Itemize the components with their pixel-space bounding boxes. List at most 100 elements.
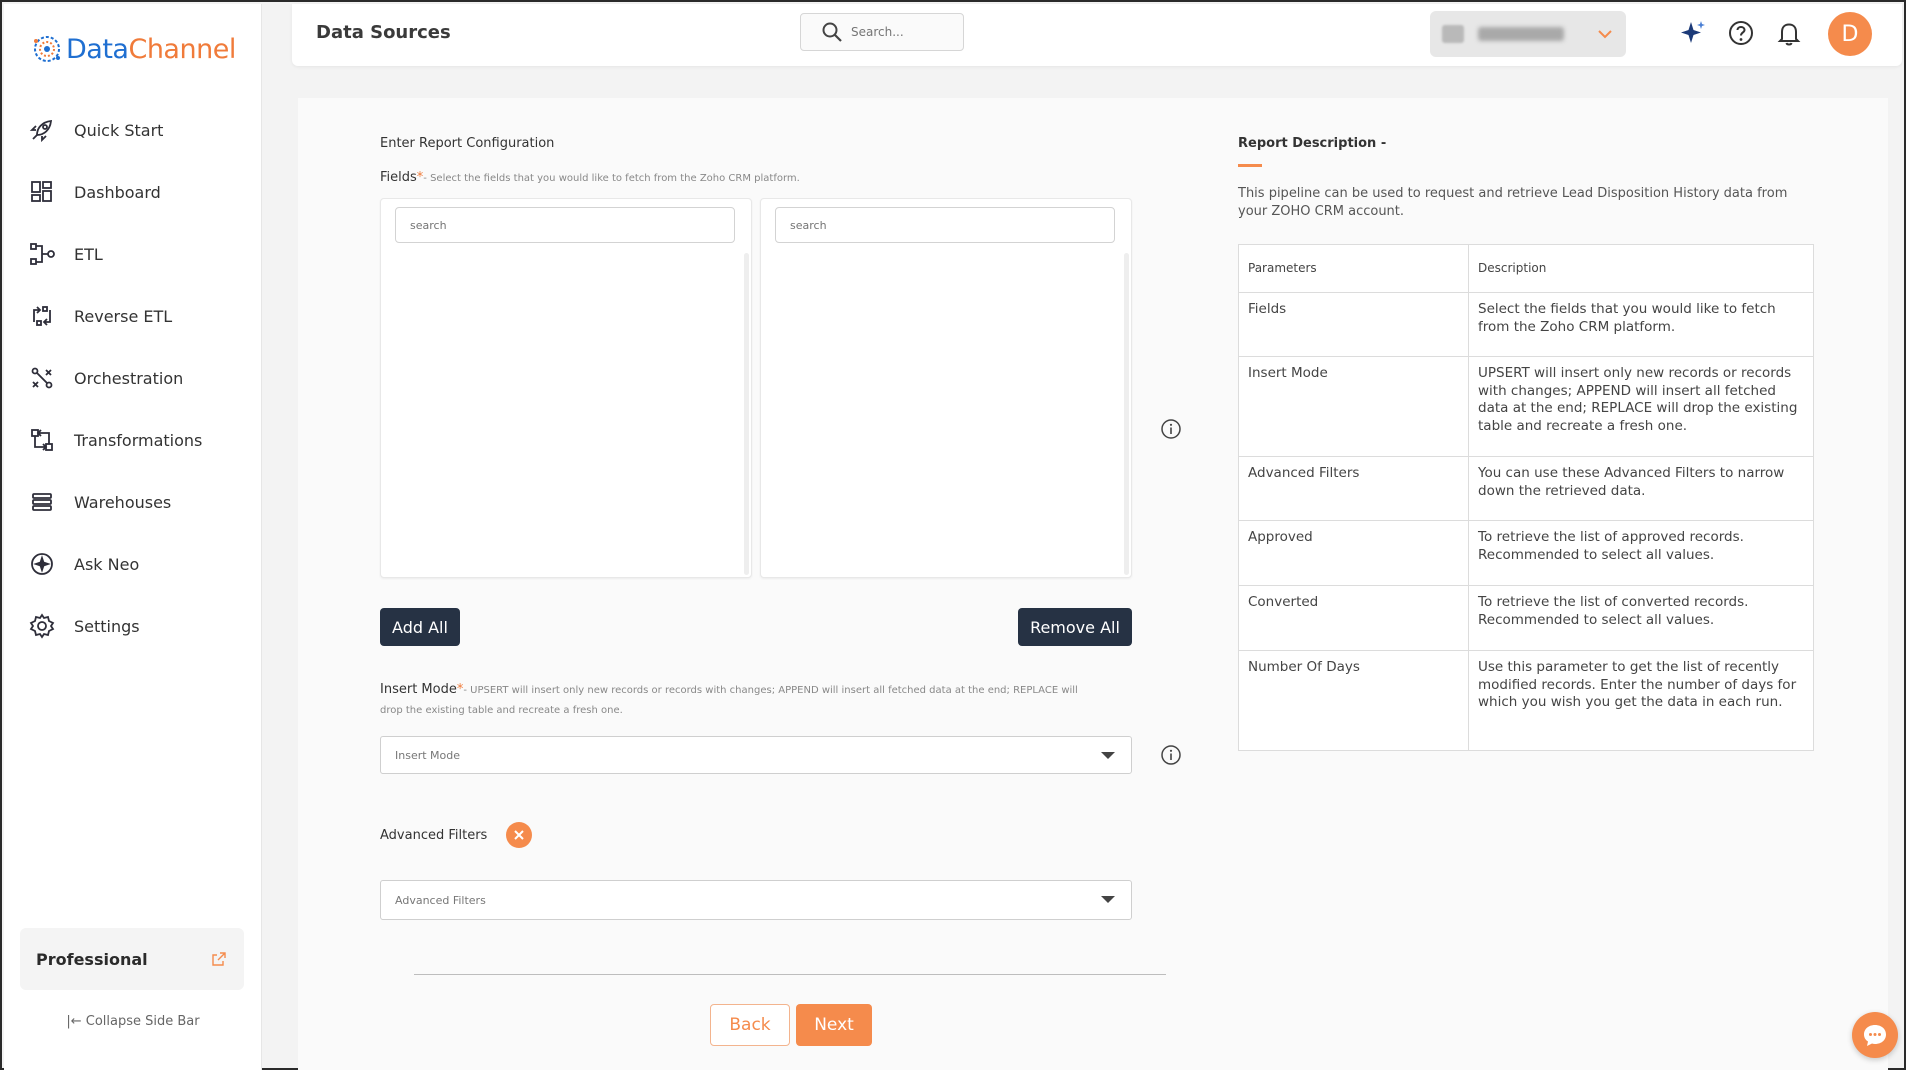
table-row: Insert Mode UPSERT will insert only new … bbox=[1238, 356, 1814, 457]
sidebar-item-label: Reverse ETL bbox=[74, 306, 173, 326]
param-name: Fields bbox=[1238, 292, 1469, 357]
workspace-name-redacted bbox=[1478, 27, 1564, 41]
selected-fields-search[interactable] bbox=[775, 207, 1115, 243]
insert-mode-placeholder: Insert Mode bbox=[395, 748, 461, 762]
chat-icon bbox=[1864, 1025, 1886, 1046]
sidebar-item-label: Dashboard bbox=[74, 182, 161, 202]
collapse-sidebar-button[interactable]: |← Collapse Side Bar bbox=[4, 1014, 262, 1029]
workspace-selector[interactable] bbox=[1430, 11, 1626, 57]
caret-down-icon bbox=[1101, 752, 1115, 759]
close-icon bbox=[514, 830, 524, 840]
sidebar-item-label: Settings bbox=[74, 616, 140, 636]
logo-text: DataChannel bbox=[66, 34, 236, 65]
param-name: Approved bbox=[1238, 520, 1469, 586]
scrollbar[interactable] bbox=[1124, 253, 1129, 575]
param-description: Select the fields that you would like to… bbox=[1468, 292, 1814, 357]
info-icon[interactable] bbox=[1160, 418, 1182, 440]
fields-hint: - Select the fields that you would like … bbox=[423, 173, 800, 184]
sidebar-item-warehouses[interactable]: Warehouses bbox=[4, 471, 262, 533]
param-name: Number Of Days bbox=[1238, 650, 1469, 751]
sidebar-item-orchestration[interactable]: Orchestration bbox=[4, 347, 262, 409]
sidebar-item-ask-neo[interactable]: Ask Neo bbox=[4, 533, 262, 595]
header-search[interactable] bbox=[800, 13, 964, 51]
param-name: Advanced Filters bbox=[1238, 456, 1469, 521]
remove-all-button[interactable]: Remove All bbox=[1018, 608, 1132, 646]
reverse-etl-icon bbox=[33, 306, 51, 326]
remove-advanced-filters-button[interactable] bbox=[506, 822, 532, 848]
help-icon[interactable] bbox=[1726, 18, 1756, 48]
divider bbox=[414, 974, 1166, 975]
search-input[interactable] bbox=[851, 25, 951, 39]
insert-mode-label: Insert Mode*- UPSERT will insert only ne… bbox=[380, 680, 1100, 720]
collapse-icon: |← bbox=[66, 1014, 86, 1029]
sidebar-item-label: Quick Start bbox=[74, 120, 164, 140]
insert-mode-select[interactable]: Insert Mode bbox=[380, 736, 1132, 774]
next-button[interactable]: Next bbox=[796, 1004, 872, 1046]
workspace-icon bbox=[1442, 25, 1464, 43]
sidebar-item-settings[interactable]: Settings bbox=[4, 595, 262, 657]
sidebar-nav: Quick Start Dashboard ETL Reverse ETL Or… bbox=[4, 99, 262, 657]
sidebar-item-reverse-etl[interactable]: Reverse ETL bbox=[4, 285, 262, 347]
info-icon[interactable] bbox=[1160, 744, 1182, 766]
parameters-table: Parameters Description Fields Select the… bbox=[1238, 244, 1814, 751]
param-description: You can use these Advanced Filters to na… bbox=[1468, 456, 1814, 521]
bell-icon[interactable] bbox=[1774, 18, 1804, 48]
title-underline bbox=[1238, 164, 1262, 167]
insert-mode-label-text: Insert Mode bbox=[380, 682, 457, 697]
table-row: Converted To retrieve the list of conver… bbox=[1238, 585, 1814, 651]
param-name: Converted bbox=[1238, 585, 1469, 651]
external-link-icon[interactable] bbox=[212, 952, 226, 966]
table-row: Advanced Filters You can use these Advan… bbox=[1238, 456, 1814, 521]
column-header: Description bbox=[1468, 244, 1814, 293]
param-description: To retrieve the list of approved records… bbox=[1468, 520, 1814, 586]
orchestration-icon bbox=[31, 367, 53, 389]
sidebar-item-transformations[interactable]: Transformations bbox=[4, 409, 262, 471]
plan-label: Professional bbox=[36, 949, 148, 969]
sidebar-item-label: Ask Neo bbox=[74, 554, 140, 574]
collapse-label: Collapse Side Bar bbox=[85, 1014, 200, 1029]
logo-text-data: Data bbox=[66, 33, 129, 65]
avatar[interactable]: D bbox=[1828, 12, 1872, 56]
plan-card[interactable]: Professional bbox=[20, 928, 244, 990]
transformations-icon bbox=[31, 429, 53, 451]
chat-support-button[interactable] bbox=[1852, 1012, 1898, 1058]
scrollbar[interactable] bbox=[744, 253, 749, 575]
selected-fields-list[interactable] bbox=[760, 198, 1132, 578]
param-description: To retrieve the list of converted record… bbox=[1468, 585, 1814, 651]
sidebar-item-quick-start[interactable]: Quick Start bbox=[4, 99, 262, 161]
advanced-filters-placeholder: Advanced Filters bbox=[395, 893, 486, 907]
gear-icon bbox=[29, 613, 55, 639]
sidebar-item-dashboard[interactable]: Dashboard bbox=[4, 161, 262, 223]
logo-icon bbox=[34, 36, 60, 62]
add-all-button[interactable]: Add All bbox=[380, 608, 460, 646]
column-header: Parameters bbox=[1238, 244, 1469, 293]
sparkle-icon[interactable] bbox=[1678, 18, 1708, 48]
back-button[interactable]: Back bbox=[710, 1004, 790, 1046]
sidebar-item-etl[interactable]: ETL bbox=[4, 223, 262, 285]
available-fields-search[interactable] bbox=[395, 207, 735, 243]
caret-down-icon bbox=[1101, 896, 1115, 903]
sidebar-item-label: Warehouses bbox=[74, 492, 172, 512]
advanced-filters-label: Advanced Filters bbox=[380, 828, 488, 843]
logo-text-channel: Channel bbox=[128, 33, 236, 65]
logo[interactable]: DataChannel bbox=[30, 32, 236, 66]
fields-label-text: Fields bbox=[380, 170, 417, 185]
param-name: Insert Mode bbox=[1238, 356, 1469, 457]
table-row: Approved To retrieve the list of approve… bbox=[1238, 520, 1814, 586]
available-fields-list[interactable] bbox=[380, 198, 752, 578]
section-title: Enter Report Configuration bbox=[380, 136, 555, 151]
insert-mode-hint: - UPSERT will insert only new records or… bbox=[380, 685, 1078, 716]
app-frame: DataChannel Quick Start Dashboard ETL Re… bbox=[0, 0, 1906, 1070]
chevron-down-icon bbox=[1598, 30, 1612, 39]
search-icon bbox=[822, 22, 842, 42]
param-description: UPSERT will insert only new records or r… bbox=[1468, 356, 1814, 457]
param-description: Use this parameter to get the list of re… bbox=[1468, 650, 1814, 751]
main-panel: Enter Report Configuration Fields*- Sele… bbox=[298, 98, 1888, 1070]
advanced-filters-select[interactable]: Advanced Filters bbox=[380, 880, 1132, 920]
warehouses-icon bbox=[32, 493, 52, 511]
etl-icon bbox=[30, 243, 55, 265]
sidebar-item-label: ETL bbox=[74, 244, 103, 264]
sidebar-item-label: Transformations bbox=[74, 430, 203, 450]
report-description-title: Report Description - bbox=[1238, 136, 1387, 151]
sidebar-item-label: Orchestration bbox=[74, 368, 184, 388]
